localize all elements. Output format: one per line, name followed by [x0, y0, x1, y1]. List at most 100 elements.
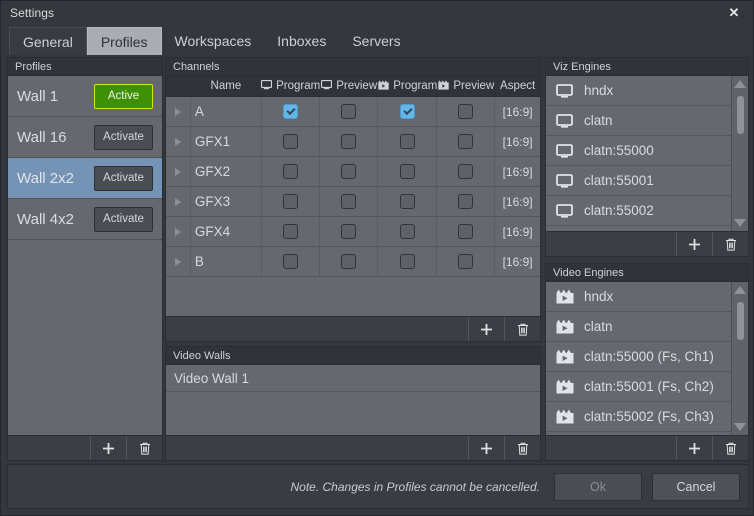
list-item[interactable]: hndx	[546, 282, 731, 312]
header-spacer	[166, 76, 191, 96]
list-item[interactable]: clatn	[546, 312, 731, 342]
video-preview-checkbox[interactable]	[457, 134, 473, 149]
trash-icon[interactable]	[712, 232, 748, 256]
video-program-checkbox[interactable]	[399, 104, 415, 119]
tab-profiles[interactable]: Profiles	[86, 27, 162, 55]
channel-aspect: [16:9]	[502, 254, 533, 269]
cancel-button[interactable]: Cancel	[652, 472, 740, 501]
video-preview-checkbox[interactable]	[457, 104, 473, 119]
tab-inboxes[interactable]: Inboxes	[264, 27, 339, 55]
list-item[interactable]: clatn	[546, 106, 731, 136]
scrollbar-track[interactable]	[732, 298, 748, 419]
trash-icon[interactable]	[504, 317, 540, 341]
video-engines-panel: Video Engines hndx clatn clatn:55000 (Fs…	[545, 263, 749, 461]
viz-program-checkbox[interactable]	[282, 224, 298, 239]
list-item[interactable]: hndx	[546, 76, 731, 106]
viz-program-checkbox[interactable]	[282, 164, 298, 179]
video-program-checkbox[interactable]	[399, 194, 415, 209]
list-item[interactable]: Video Wall 1	[166, 365, 540, 392]
viz-program-checkbox[interactable]	[282, 134, 298, 149]
video-preview-checkbox[interactable]	[457, 194, 473, 209]
profile-row-wall-4x2[interactable]: Wall 4x2 Activate	[8, 199, 162, 240]
video-program-checkbox[interactable]	[399, 164, 415, 179]
tab-workspaces[interactable]: Workspaces	[162, 27, 265, 55]
scroll-down-arrow-icon[interactable]	[734, 423, 746, 431]
table-row[interactable]: GFX3 [16:9]	[166, 187, 540, 217]
list-item[interactable]: clatn:55000	[546, 136, 731, 166]
viz-program-checkbox[interactable]	[282, 254, 298, 269]
expand-triangle-icon[interactable]	[166, 127, 191, 156]
close-icon[interactable]: ✕	[719, 2, 749, 24]
clapperboard-icon	[556, 349, 574, 364]
list-item[interactable]: clatn:55002 (Fs, Ch3)	[546, 402, 731, 432]
header-aspect[interactable]: Aspect	[495, 76, 540, 96]
scrollbar-thumb[interactable]	[737, 302, 744, 340]
plus-icon[interactable]	[468, 317, 504, 341]
header-video-program[interactable]: Program	[378, 76, 437, 96]
expand-triangle-icon[interactable]	[166, 187, 191, 216]
list-item[interactable]: clatn:55001	[546, 166, 731, 196]
channel-name: A	[194, 104, 204, 119]
expand-triangle-icon[interactable]	[166, 157, 191, 186]
viz-preview-checkbox[interactable]	[341, 224, 357, 239]
scroll-up-arrow-icon[interactable]	[734, 80, 746, 88]
plus-icon[interactable]	[90, 436, 126, 460]
viz-preview-checkbox[interactable]	[341, 134, 357, 149]
profile-activate-button[interactable]: Activate	[94, 165, 153, 191]
profile-activate-button[interactable]: Activate	[94, 124, 153, 150]
viz-preview-checkbox[interactable]	[341, 164, 357, 179]
plus-icon[interactable]	[676, 232, 712, 256]
table-row[interactable]: A [16:9]	[166, 97, 540, 127]
video-preview-checkbox[interactable]	[457, 224, 473, 239]
scroll-down-arrow-icon[interactable]	[734, 219, 746, 227]
tab-general[interactable]: General	[9, 27, 87, 55]
expand-triangle-icon[interactable]	[166, 217, 191, 246]
ok-button[interactable]: Ok	[554, 472, 642, 501]
viz-preview-checkbox[interactable]	[341, 254, 357, 269]
engine-name: clatn:55000 (Fs, Ch1)	[584, 349, 714, 364]
table-row[interactable]: B [16:9]	[166, 247, 540, 277]
trash-icon[interactable]	[126, 436, 162, 460]
channel-aspect: [16:9]	[502, 104, 533, 119]
scrollbar-track[interactable]	[732, 92, 748, 215]
expand-triangle-icon[interactable]	[166, 247, 191, 276]
plus-icon[interactable]	[468, 436, 504, 460]
table-row[interactable]: GFX1 [16:9]	[166, 127, 540, 157]
profile-row-wall-1[interactable]: Wall 1 Active	[8, 76, 162, 117]
header-video-preview[interactable]: Preview	[437, 76, 495, 96]
header-label: Preview	[453, 80, 495, 92]
engine-name: clatn:55000	[584, 143, 654, 158]
viz-engines-scrollbar[interactable]	[731, 76, 748, 231]
plus-icon[interactable]	[676, 436, 712, 460]
video-program-checkbox[interactable]	[399, 254, 415, 269]
video-walls-panel: Video Walls Video Wall 1	[165, 346, 541, 461]
table-row[interactable]: GFX4 [16:9]	[166, 217, 540, 247]
viz-preview-checkbox[interactable]	[341, 104, 357, 119]
viz-preview-checkbox[interactable]	[341, 194, 357, 209]
viz-program-checkbox[interactable]	[282, 194, 298, 209]
viz-engines-panel-header: Viz Engines	[546, 58, 748, 76]
profile-row-wall-16[interactable]: Wall 16 Activate	[8, 117, 162, 158]
list-item[interactable]: clatn:55002	[546, 196, 731, 226]
list-item[interactable]: clatn:55001 (Fs, Ch2)	[546, 372, 731, 402]
trash-icon[interactable]	[712, 436, 748, 460]
trash-icon[interactable]	[504, 436, 540, 460]
list-item[interactable]: clatn:55000 (Fs, Ch1)	[546, 342, 731, 372]
profile-row-wall-2x2[interactable]: Wall 2x2 Activate	[8, 158, 162, 199]
header-viz-program[interactable]: Program	[260, 76, 320, 96]
video-program-checkbox[interactable]	[399, 134, 415, 149]
scroll-up-arrow-icon[interactable]	[734, 286, 746, 294]
table-row[interactable]: GFX2 [16:9]	[166, 157, 540, 187]
tab-servers[interactable]: Servers	[339, 27, 413, 55]
video-engines-scrollbar[interactable]	[731, 282, 748, 435]
header-viz-preview[interactable]: Preview	[320, 76, 378, 96]
video-preview-checkbox[interactable]	[457, 164, 473, 179]
scrollbar-thumb[interactable]	[737, 96, 744, 134]
header-name[interactable]: Name	[191, 76, 261, 96]
profile-activate-button[interactable]: Activate	[94, 206, 153, 232]
viz-program-checkbox[interactable]	[282, 104, 298, 119]
video-program-checkbox[interactable]	[399, 224, 415, 239]
profile-active-button[interactable]: Active	[94, 83, 153, 109]
video-preview-checkbox[interactable]	[457, 254, 473, 269]
expand-triangle-icon[interactable]	[166, 97, 191, 126]
